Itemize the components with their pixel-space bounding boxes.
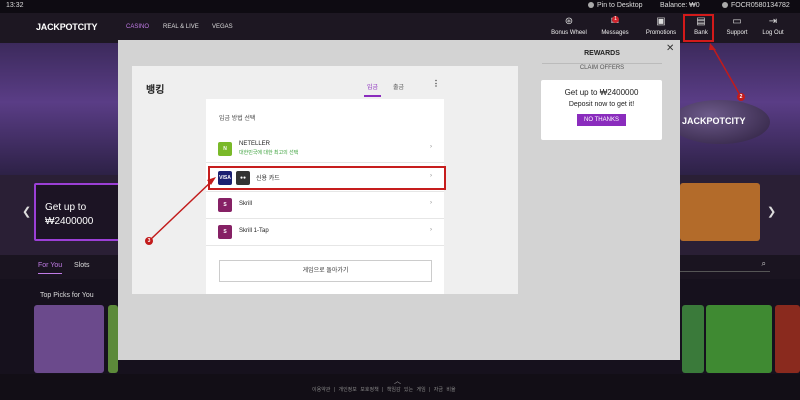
annotation-marker-2: 2: [737, 93, 745, 101]
arrowhead-bank: [709, 43, 716, 50]
annotation-marker-3: 3: [145, 237, 153, 245]
arrow-to-bank: [711, 45, 741, 96]
annotation-arrows: [149, 43, 741, 241]
arrow-to-credit-card: [149, 179, 214, 241]
